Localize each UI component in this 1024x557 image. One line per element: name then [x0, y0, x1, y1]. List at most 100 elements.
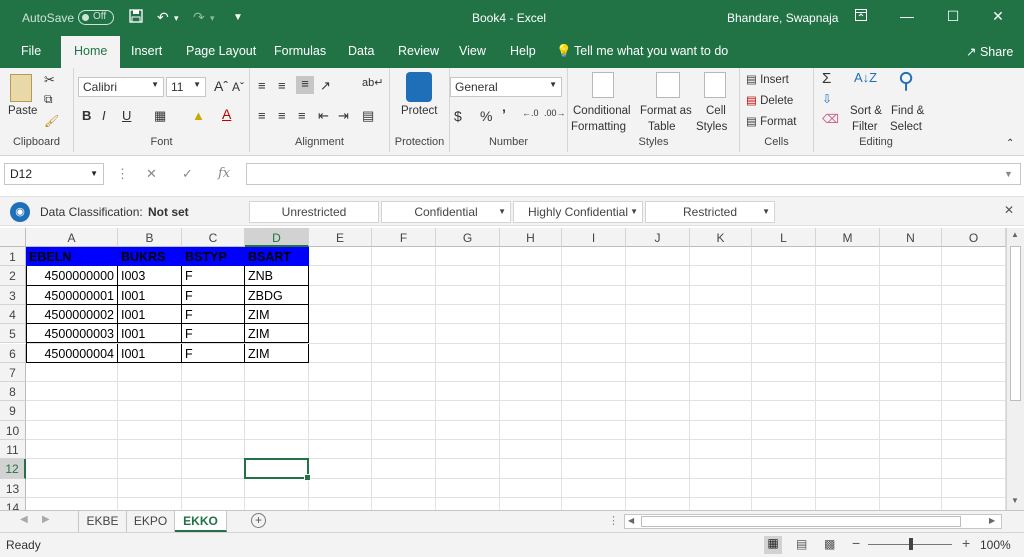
zoom-level[interactable]: 100% [980, 538, 1011, 552]
increase-indent-icon[interactable]: ⇥ [338, 108, 349, 124]
cell-styles-icon[interactable] [704, 72, 726, 98]
tell-me-box[interactable]: Tell me what you want to do [574, 44, 728, 58]
data-cell[interactable]: 4500000002 [26, 304, 118, 325]
font-size-select[interactable]: 11 ▼ [166, 77, 206, 97]
decrease-font-icon[interactable]: Aˇ [232, 80, 244, 94]
format-as-table-line1[interactable]: Format as [640, 105, 692, 117]
expand-formula-icon[interactable]: ▼ [1004, 169, 1013, 179]
tab-formulas[interactable]: Formulas [274, 44, 326, 58]
zoom-slider-thumb[interactable] [909, 538, 913, 550]
underline-button[interactable]: U [122, 108, 131, 123]
enter-icon[interactable]: ✓ [182, 166, 193, 182]
active-cell[interactable] [244, 458, 311, 481]
close-icon[interactable]: ✕ [988, 8, 1008, 25]
column-header-e[interactable]: E [309, 228, 372, 247]
autosave-toggle[interactable]: Off [78, 10, 114, 25]
customize-qat-icon[interactable]: ▼ [233, 12, 243, 23]
column-header-d[interactable]: D [245, 228, 309, 247]
data-cell[interactable]: 4500000003 [26, 324, 118, 344]
number-format-select[interactable]: General ▼ [450, 77, 562, 97]
merge-center-icon[interactable]: ▤ [362, 108, 374, 124]
fill-color-icon[interactable]: ▲ [192, 108, 205, 123]
column-header-i[interactable]: I [562, 228, 626, 247]
align-bottom-icon[interactable]: ≡ [296, 76, 314, 94]
paste-icon[interactable] [10, 74, 32, 102]
name-box[interactable]: D12 ▼ [4, 163, 104, 185]
align-left-icon[interactable]: ≡ [258, 108, 266, 123]
decrease-indent-icon[interactable]: ⇤ [318, 108, 329, 124]
row-header-13[interactable]: 13 [0, 478, 26, 498]
data-cell[interactable]: 4500000004 [26, 343, 118, 363]
highly-confidential-button[interactable]: Highly Confidential ▼ [513, 201, 643, 223]
share-button[interactable]: ↗ Share [966, 44, 1013, 59]
next-sheet-icon[interactable]: ▶ [42, 514, 50, 525]
format-as-table-line2[interactable]: Table [648, 121, 676, 133]
increase-decimal-icon[interactable]: ←.0 [522, 108, 539, 118]
column-header-b[interactable]: B [118, 228, 182, 247]
close-icon[interactable]: ✕ [1004, 203, 1014, 217]
bold-button[interactable]: B [82, 108, 91, 123]
fill-icon[interactable]: ⇩ [822, 92, 832, 106]
data-cell[interactable]: F [182, 324, 245, 344]
prev-sheet-icon[interactable]: ◀ [20, 514, 28, 525]
cut-icon[interactable]: ✂ [44, 72, 55, 88]
data-cell[interactable]: ZIM [245, 304, 309, 325]
protect-button[interactable]: Protect [401, 105, 437, 117]
data-cell[interactable]: ZIM [245, 343, 309, 363]
data-cell[interactable]: ZIM [245, 324, 309, 344]
sheet-tab-ekbe[interactable]: EKBE [79, 511, 127, 532]
row-header-4[interactable]: 4 [0, 304, 26, 325]
header-cell[interactable]: EBELN [26, 247, 118, 267]
tab-data[interactable]: Data [348, 44, 374, 58]
tab-help[interactable]: Help [510, 44, 536, 58]
copy-icon[interactable]: ⧉ [44, 92, 53, 107]
row-header-3[interactable]: 3 [0, 285, 26, 305]
font-color-icon[interactable]: A [222, 106, 231, 122]
delete-cells-button[interactable]: ▤ Delete [746, 93, 793, 107]
header-cell[interactable]: BSTYP [182, 247, 245, 267]
horizontal-scrollbar[interactable]: ◀ ▶ [624, 514, 1002, 529]
font-name-select[interactable]: Calibri ▼ [78, 77, 164, 97]
collapse-ribbon-icon[interactable]: ⌃ [1006, 138, 1014, 149]
tab-page-layout[interactable]: Page Layout [186, 44, 256, 58]
splitter-icon[interactable]: ⋮ [608, 514, 619, 527]
undo-icon[interactable]: ↶ [157, 9, 169, 26]
data-cell[interactable]: F [182, 343, 245, 363]
row-header-5[interactable]: 5 [0, 324, 26, 344]
align-top-icon[interactable]: ≡ [258, 78, 266, 93]
ribbon-display-icon[interactable] [851, 8, 871, 24]
tab-view[interactable]: View [459, 44, 486, 58]
user-name[interactable]: Bhandare, Swapnaja [727, 11, 838, 25]
format-cells-button[interactable]: ▤ Format [746, 114, 797, 128]
save-icon[interactable] [129, 9, 143, 26]
row-header-6[interactable]: 6 [0, 343, 26, 363]
normal-view-icon[interactable]: ▦ [764, 536, 782, 554]
scroll-left-icon[interactable]: ◀ [628, 516, 634, 525]
restricted-button[interactable]: Restricted ▼ [645, 201, 775, 223]
scroll-right-icon[interactable]: ▶ [989, 516, 995, 525]
tab-insert[interactable]: Insert [131, 44, 162, 58]
row-header-2[interactable]: 2 [0, 266, 26, 286]
conditional-formatting-line2[interactable]: Formatting [571, 121, 626, 133]
decrease-decimal-icon[interactable]: .00→ [544, 108, 566, 118]
column-header-o[interactable]: O [942, 228, 1006, 247]
row-header-12[interactable]: 12 [0, 459, 26, 479]
column-header-f[interactable]: F [372, 228, 436, 247]
find-select-icon[interactable]: ⚲ [898, 68, 914, 94]
data-cell[interactable]: F [182, 266, 245, 286]
cancel-icon[interactable]: ✕ [146, 166, 157, 182]
vertical-scroll-thumb[interactable] [1010, 246, 1021, 401]
data-cell[interactable]: I001 [118, 343, 182, 363]
sheet-tab-ekpo[interactable]: EKPO [127, 511, 175, 532]
italic-button[interactable]: I [102, 108, 106, 123]
scroll-down-icon[interactable]: ▼ [1011, 496, 1019, 505]
confidential-button[interactable]: Confidential ▼ [381, 201, 511, 223]
row-header-11[interactable]: 11 [0, 440, 26, 460]
data-cell[interactable]: I001 [118, 285, 182, 305]
orientation-icon[interactable]: ↗ [320, 78, 331, 94]
vertical-scrollbar[interactable]: ▲ ▼ [1006, 228, 1024, 510]
horizontal-scroll-thumb[interactable] [641, 516, 961, 527]
data-cell[interactable]: 4500000001 [26, 285, 118, 305]
align-right-icon[interactable]: ≡ [298, 108, 306, 123]
data-cell[interactable]: I001 [118, 304, 182, 325]
